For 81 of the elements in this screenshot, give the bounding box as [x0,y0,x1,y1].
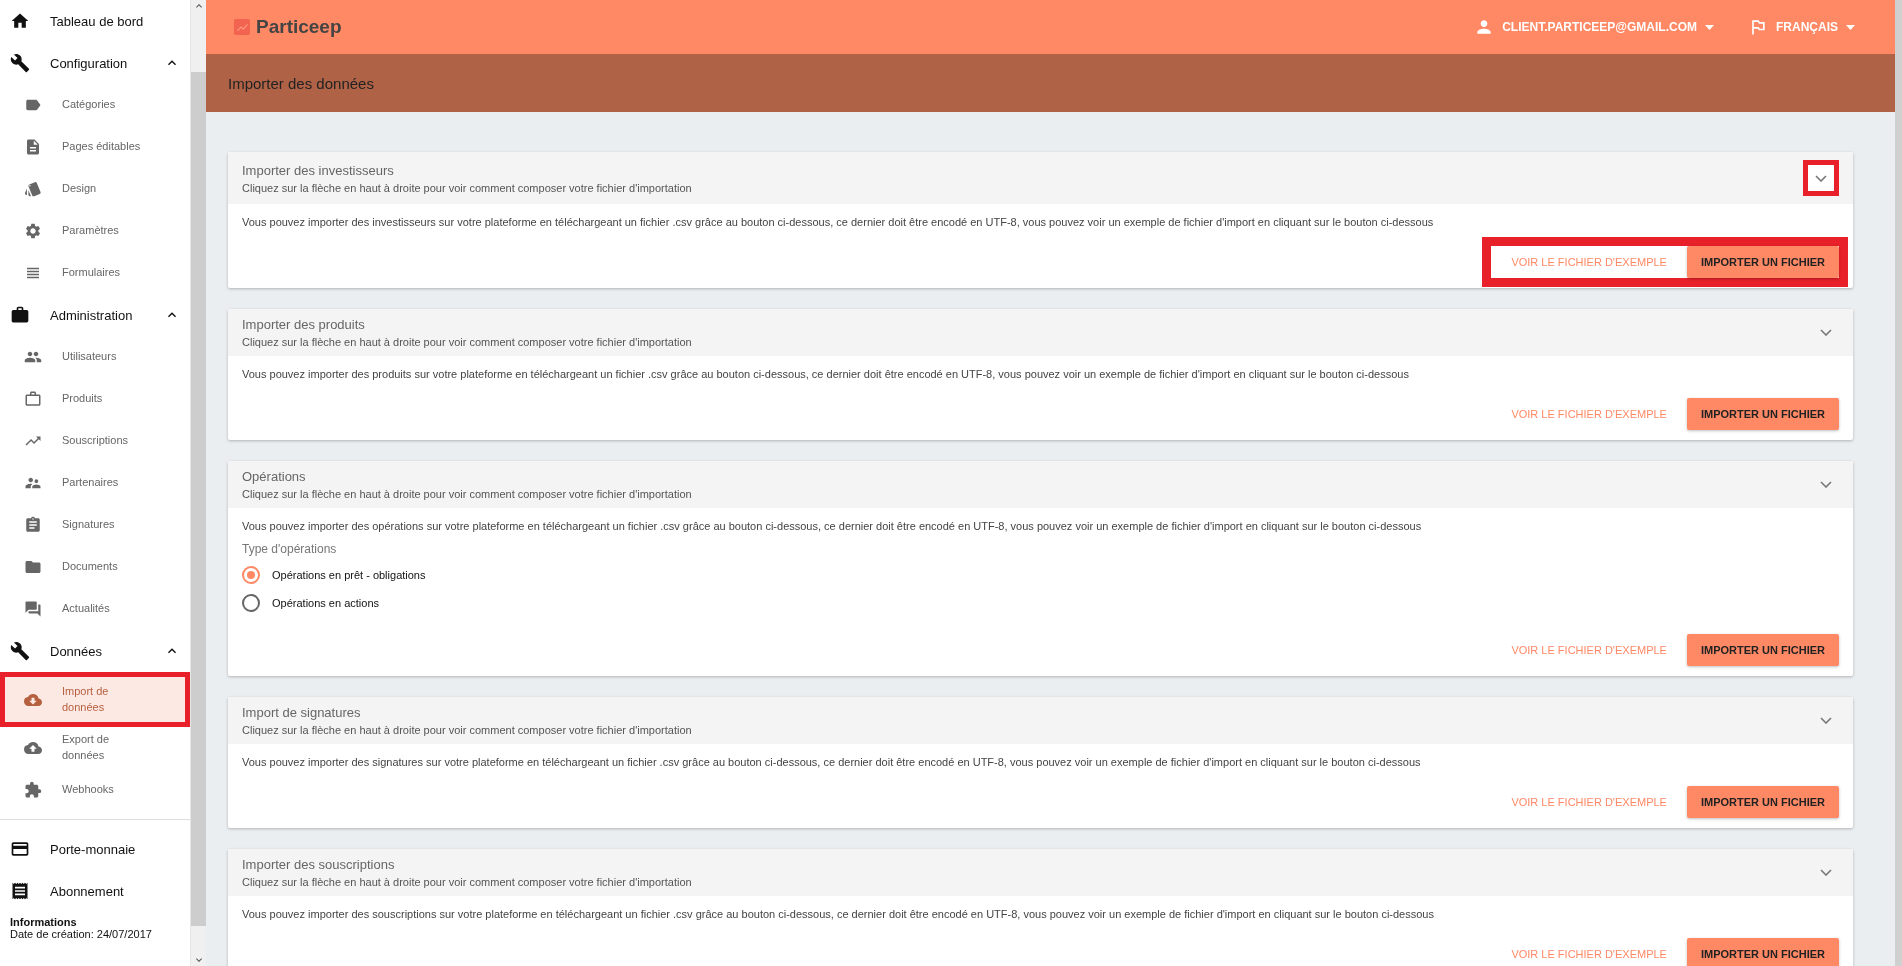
card-description: Vous pouvez importer des souscriptions sur votre plateforme en téléchargeant un fichier .csv grâce au bouton ci-dessous, ce dernier doit être encodé en UTF-8, vous pouvez voir un exemple de fichier d'import en cliquant sur le bouton ci-dessous [242,908,1435,920]
sidebar-item[interactable]: Documents [0,546,190,588]
sidebar-item[interactable]: Abonnement [0,870,190,912]
card-title: Import de signatures [242,705,362,720]
sidebar-group[interactable]: Configuration [0,42,190,84]
cloud-upload-icon [24,739,42,757]
chevron-down-icon [1820,869,1832,876]
info-title: Informations [10,916,78,928]
receipt-icon [10,881,30,901]
card-description: Vous pouvez importer des investisseurs sur votre plateforme en téléchargeant un fichier .csv grâce au bouton ci-dessous, ce dernier doit être encodé en UTF-8, vous pouvez voir un exemple de fichier d'import en cliquant sur le bouton ci-dessous [242,216,1435,228]
sidebar-item[interactable]: Export de données [0,727,190,769]
sidebar-item-label: Abonnement [50,883,125,899]
sidebar-group-label: Configuration [50,55,129,71]
chat-icon [24,600,42,618]
import-file-button[interactable]: IMPORTER UN FICHIER [1686,246,1839,278]
briefcase-icon [24,390,42,408]
sidebar-item[interactable]: Porte-monnaie [0,828,190,870]
puzzle-icon [24,781,42,799]
card-title: Importer des produits [242,317,366,332]
sidebar-item[interactable]: Webhooks [0,769,190,811]
logo-icon [234,19,250,35]
sidebar-item[interactable]: Pages éditables [0,126,190,168]
sidebar-item[interactable]: Design [0,168,190,210]
folder-icon [24,558,42,576]
sidebar-item[interactable]: Produits [0,378,190,420]
card-subtitle: Cliquez sur la flèche en haut à droite pour voir comment composer votre fichier d'importation [242,724,693,736]
import-file-button[interactable]: IMPORTER UN FICHIER [1686,398,1839,430]
card-description: Vous pouvez importer des opérations sur votre plateforme en téléchargeant un fichier .csv grâce au bouton ci-dessous, ce dernier doit être encodé en UTF-8, vous pouvez voir un exemple de fichier d'import en cliquant sur le bouton ci-dessous [242,520,1423,532]
sidebar-group[interactable]: Tableau de bord [0,0,190,42]
radio-option[interactable]: Opérations en actions [242,594,1839,612]
import-file-button[interactable]: IMPORTER UN FICHIER [1686,938,1839,966]
radio-option[interactable]: Opérations en prêt - obligations [242,566,1839,584]
sidebar-group-label: Tableau de bord [50,13,145,29]
logo-text: Particeep [256,16,342,38]
card-icon [10,839,30,859]
sidebar-item[interactable]: Formulaires [0,252,190,294]
dropdown-icon [1846,24,1855,30]
sidebar-group-label: Données [50,643,104,659]
settings-icon [24,222,42,240]
sidebar-item[interactable]: Signatures [0,504,190,546]
card-description: Vous pouvez importer des signatures sur votre plateforme en téléchargeant un fichier .csv grâce au bouton ci-dessous, ce dernier doit être encodé en UTF-8, vous pouvez voir un exemple de fichier d'import en cliquant sur le bouton ci-dessous [242,756,1422,768]
sidebar-item[interactable]: Utilisateurs [0,336,190,378]
card-title: Opérations [242,469,307,484]
chevron-down-icon [1815,174,1827,182]
radio-button[interactable] [242,594,260,612]
sidebar-item[interactable]: Import de données [0,672,190,727]
card-subtitle: Cliquez sur la flèche en haut à droite pour voir comment composer votre fichier d'importation [242,336,693,348]
creation-date: Date de création: 24/07/2017 [10,928,153,940]
sidebar-group[interactable]: Données [0,630,190,672]
chevron-down-icon [1820,481,1832,488]
radio-button[interactable] [242,566,260,584]
page-title: Importer des données [228,74,374,92]
chevron-down-icon [1820,329,1832,336]
wrench-icon [10,53,30,73]
clipboard-icon [24,516,42,534]
option-label: Type d'opérations [242,542,338,556]
chevron-down-icon [1820,717,1832,724]
card-title: Importer des souscriptions [242,857,396,872]
sidebar-item[interactable]: Actualités [0,588,190,630]
card-subtitle: Cliquez sur la flèche en haut à droite pour voir comment composer votre fichier d'importation [242,876,693,888]
sidebar-item[interactable]: Paramètres [0,210,190,252]
sidebar-group-label: Administration [50,307,134,323]
document-icon [24,138,42,156]
scrollbar[interactable] [1895,0,1902,966]
expand-button[interactable] [1803,160,1839,196]
sidebar-item[interactable]: Catégories [0,84,190,126]
dropdown-icon [1705,24,1714,30]
sidebar-item-label: Porte-monnaie [50,841,137,857]
card-subtitle: Cliquez sur la flèche en haut à droite pour voir comment composer votre fichier d'importation [242,488,693,500]
card-subtitle: Cliquez sur la flèche en haut à droite pour voir comment composer votre fichier d'importation [242,181,693,194]
import-file-button[interactable]: IMPORTER UN FICHIER [1686,786,1839,818]
card-description: Vous pouvez importer des produits sur votre plateforme en téléchargeant un fichier .csv grâce au bouton ci-dessous, ce dernier doit être encodé en UTF-8, vous pouvez voir un exemple de fichier d'import en cliquant sur le bouton ci-dessous [242,368,1410,380]
import-file-button[interactable]: IMPORTER UN FICHIER [1686,634,1839,666]
sidebar-item[interactable]: Souscriptions [0,420,190,462]
home-icon [10,11,30,31]
card-title: Importer des investisseurs [242,162,395,178]
sidebar-item[interactable]: Partenaires [0,462,190,504]
briefcase-icon [10,305,30,325]
swatches-icon [24,180,42,198]
sidebar-group[interactable]: Administration [0,294,190,336]
wrench-icon [10,641,30,661]
